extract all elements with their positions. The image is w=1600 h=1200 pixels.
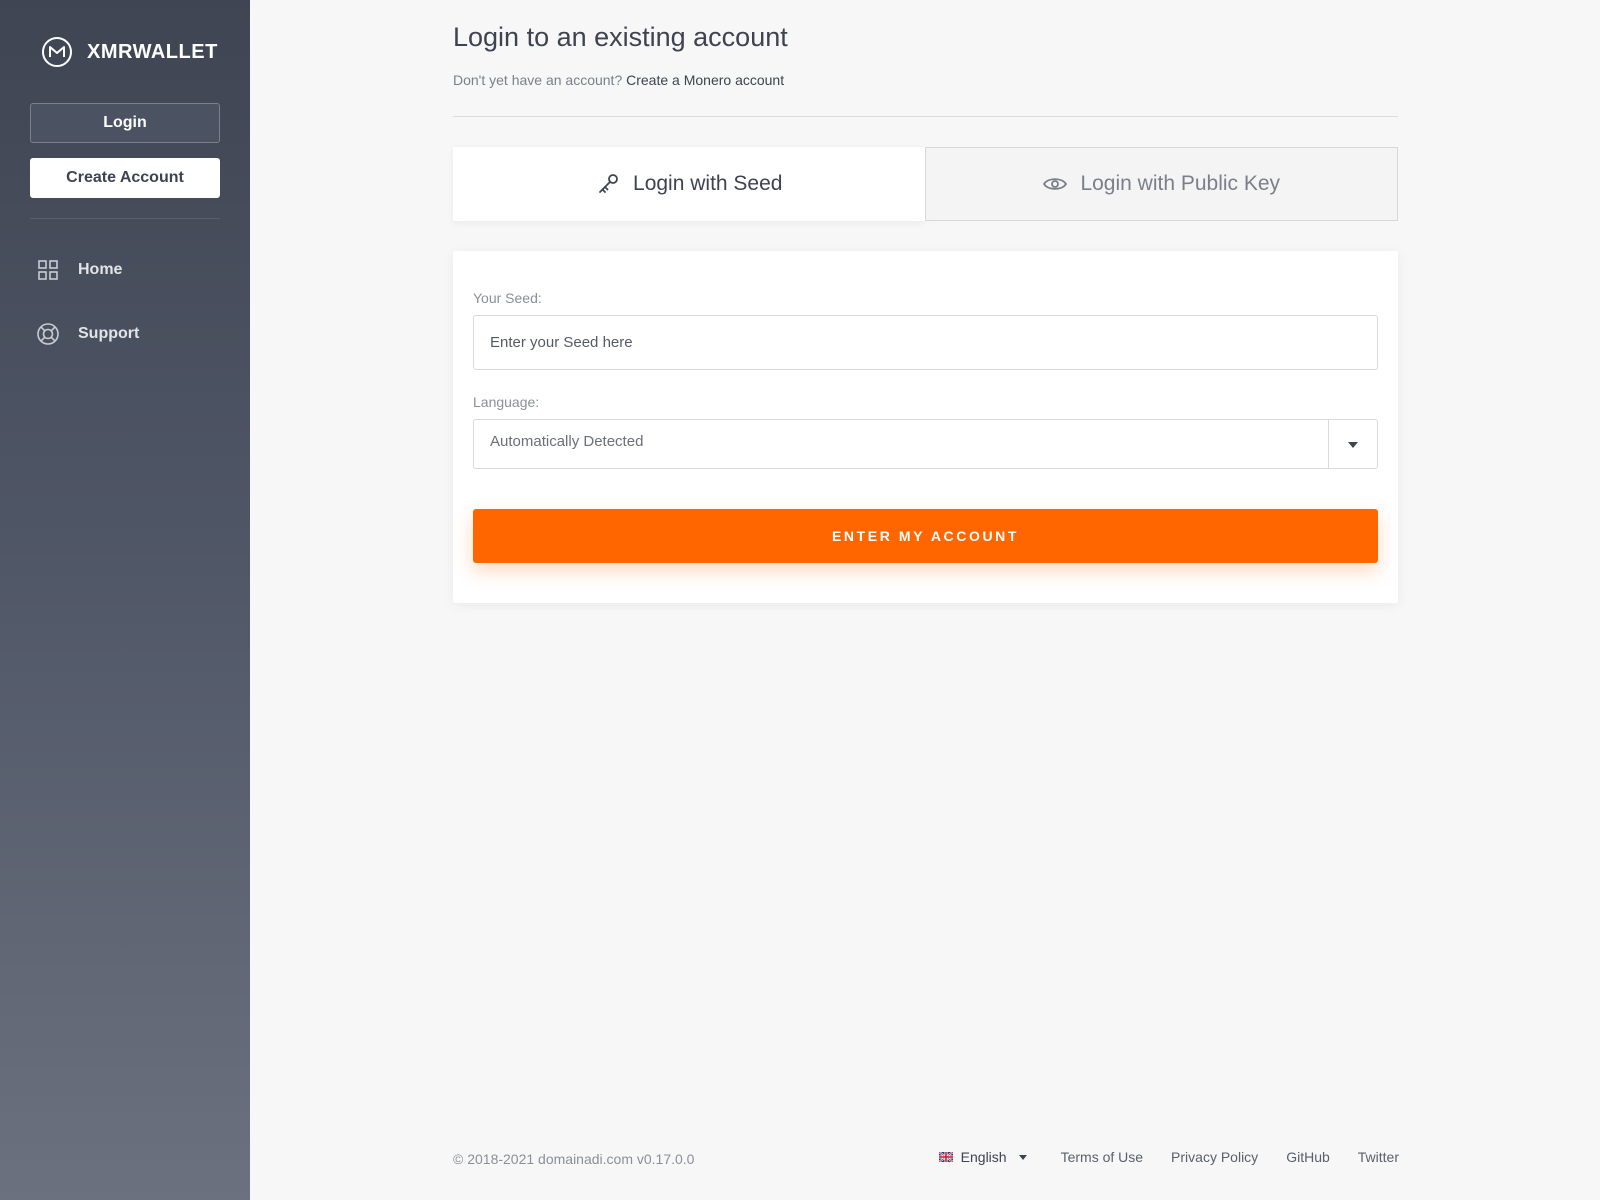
main-content: Login to an existing account Don't yet h… — [250, 0, 1600, 1200]
language-label: English — [960, 1149, 1007, 1165]
caret-down-icon — [1348, 442, 1358, 448]
language-select[interactable]: Automatically Detected — [473, 419, 1378, 469]
language-selected-value: Automatically Detected — [490, 432, 644, 450]
tab-label: Login with Public Key — [1080, 172, 1281, 195]
language-switcher[interactable]: English — [938, 1149, 1027, 1165]
sidebar-item-label: Support — [78, 325, 140, 342]
brand[interactable]: XMRWALLET — [41, 36, 218, 68]
login-form-card: Your Seed: Language: Automatically Detec… — [453, 251, 1398, 603]
page-title: Login to an existing account — [453, 22, 788, 52]
twitter-link[interactable]: Twitter — [1358, 1149, 1399, 1165]
seed-input[interactable] — [473, 315, 1378, 370]
create-account-button[interactable]: Create Account — [30, 158, 220, 198]
uk-flag-icon — [938, 1152, 953, 1162]
tab-login-with-seed[interactable]: Login with Seed — [453, 147, 925, 221]
language-label: Language: — [473, 394, 540, 410]
privacy-policy-link[interactable]: Privacy Policy — [1171, 1149, 1258, 1165]
login-button[interactable]: Login — [30, 103, 220, 143]
enter-my-account-button[interactable]: ENTER MY ACCOUNT — [473, 509, 1378, 563]
eye-icon — [1043, 178, 1068, 190]
brand-name: XMRWALLET — [87, 40, 218, 63]
tab-login-with-public-key[interactable]: Login with Public Key — [924, 147, 1398, 221]
sidebar: XMRWALLET Login Create Account Home Supp… — [0, 0, 250, 1200]
sidebar-item-label: Home — [78, 261, 123, 278]
footer-links: English Terms of Use Privacy Policy GitH… — [938, 1149, 1399, 1165]
login-tabs: Login with Seed Login with Public Key — [453, 147, 1398, 221]
language-dropdown-toggle[interactable] — [1328, 420, 1377, 468]
monero-logo-icon — [42, 37, 72, 67]
tab-label: Login with Seed — [633, 172, 783, 195]
subtitle: Don't yet have an account? Create a Mone… — [453, 72, 784, 88]
sidebar-item-support[interactable]: Support — [36, 322, 139, 346]
key-icon — [599, 174, 618, 193]
subtitle-text: Don't yet have an account? — [453, 72, 623, 88]
copyright: © 2018-2021 domainadi.com v0.17.0.0 — [453, 1151, 695, 1167]
sidebar-item-home[interactable]: Home — [36, 258, 122, 282]
terms-of-use-link[interactable]: Terms of Use — [1061, 1149, 1143, 1165]
seed-label: Your Seed: — [473, 290, 542, 306]
grid-icon — [38, 260, 58, 280]
divider — [453, 116, 1398, 117]
github-link[interactable]: GitHub — [1286, 1149, 1330, 1165]
create-monero-account-link[interactable]: Create a Monero account — [626, 72, 784, 88]
sidebar-divider — [30, 218, 220, 219]
caret-down-icon — [1018, 1154, 1027, 1160]
lifebuoy-icon — [37, 323, 59, 345]
